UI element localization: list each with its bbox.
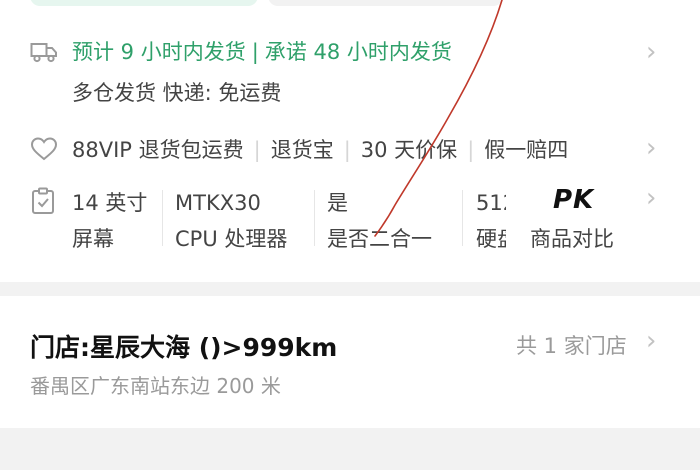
store-card[interactable]: 门店:星辰大海 ()>999km 番禺区广东南站东边 200 米 共 1 家门店… bbox=[0, 296, 700, 428]
ship-promise: 承诺 48 小时内发货 bbox=[264, 40, 452, 64]
service-tag: 30 天价保 bbox=[360, 138, 458, 162]
ship-estimate: 预计 9 小时内发货 bbox=[72, 40, 246, 64]
spec-value: 14 英寸 bbox=[72, 191, 148, 215]
product-info-card: 预计 9 小时内发货 | 承诺 48 小时内发货 多仓发货 快递: 免运费 › 88… bbox=[0, 0, 700, 282]
divider: | bbox=[467, 138, 475, 162]
store-count[interactable]: 共 1 家门店 bbox=[516, 330, 627, 360]
spec-divider bbox=[462, 190, 463, 246]
service-tags: 88VIP 退货包运费 | 退货宝 | 30 天价保 | 假一赔四 bbox=[72, 134, 568, 164]
divider: | bbox=[343, 138, 351, 162]
heart-icon bbox=[30, 136, 58, 166]
spec-label: 屏幕 bbox=[72, 227, 114, 251]
spec-value: 512 bbox=[476, 191, 506, 215]
pk-logo[interactable]: PK bbox=[553, 185, 594, 215]
service-tag: 88VIP 退货包运费 bbox=[72, 138, 244, 162]
top-tab-left[interactable] bbox=[30, 0, 258, 6]
spec-divider bbox=[162, 190, 163, 246]
shipping-promise-line: 预计 9 小时内发货 | 承诺 48 小时内发货 bbox=[72, 36, 452, 66]
chevron-right-icon[interactable]: › bbox=[646, 39, 656, 65]
store-name: 门店:星辰大海 ()>999km bbox=[30, 333, 338, 362]
spec-label: 硬盘 bbox=[476, 227, 506, 251]
spec-screen: 14 英寸 屏幕 bbox=[72, 185, 147, 257]
store-address: 番禺区广东南站东边 200 米 bbox=[30, 374, 281, 398]
clipboard-icon bbox=[30, 187, 56, 219]
spec-divider bbox=[314, 190, 315, 246]
divider: | bbox=[251, 40, 259, 64]
service-tag: 退货宝 bbox=[270, 138, 334, 162]
chevron-right-icon[interactable]: › bbox=[646, 328, 656, 354]
spec-cpu: MTKX30 CPU 处理器 bbox=[175, 185, 287, 257]
service-tag: 假一赔四 bbox=[484, 138, 569, 162]
spec-value: 是 bbox=[327, 191, 348, 215]
chevron-right-icon[interactable]: › bbox=[646, 185, 656, 211]
spec-label: 是否二合一 bbox=[327, 227, 432, 251]
compare-label[interactable]: 商品对比 bbox=[530, 223, 614, 253]
chevron-right-icon[interactable]: › bbox=[646, 135, 656, 161]
truck-icon bbox=[30, 40, 58, 68]
shipping-detail: 多仓发货 快递: 免运费 bbox=[72, 81, 282, 105]
spec-storage: 512 硬盘 bbox=[476, 185, 506, 257]
top-tab-right[interactable] bbox=[268, 0, 503, 6]
spec-2in1: 是 是否二合一 bbox=[327, 185, 432, 257]
divider: | bbox=[253, 138, 261, 162]
spec-value: MTKX30 bbox=[175, 191, 261, 215]
spec-label: CPU 处理器 bbox=[175, 227, 288, 251]
